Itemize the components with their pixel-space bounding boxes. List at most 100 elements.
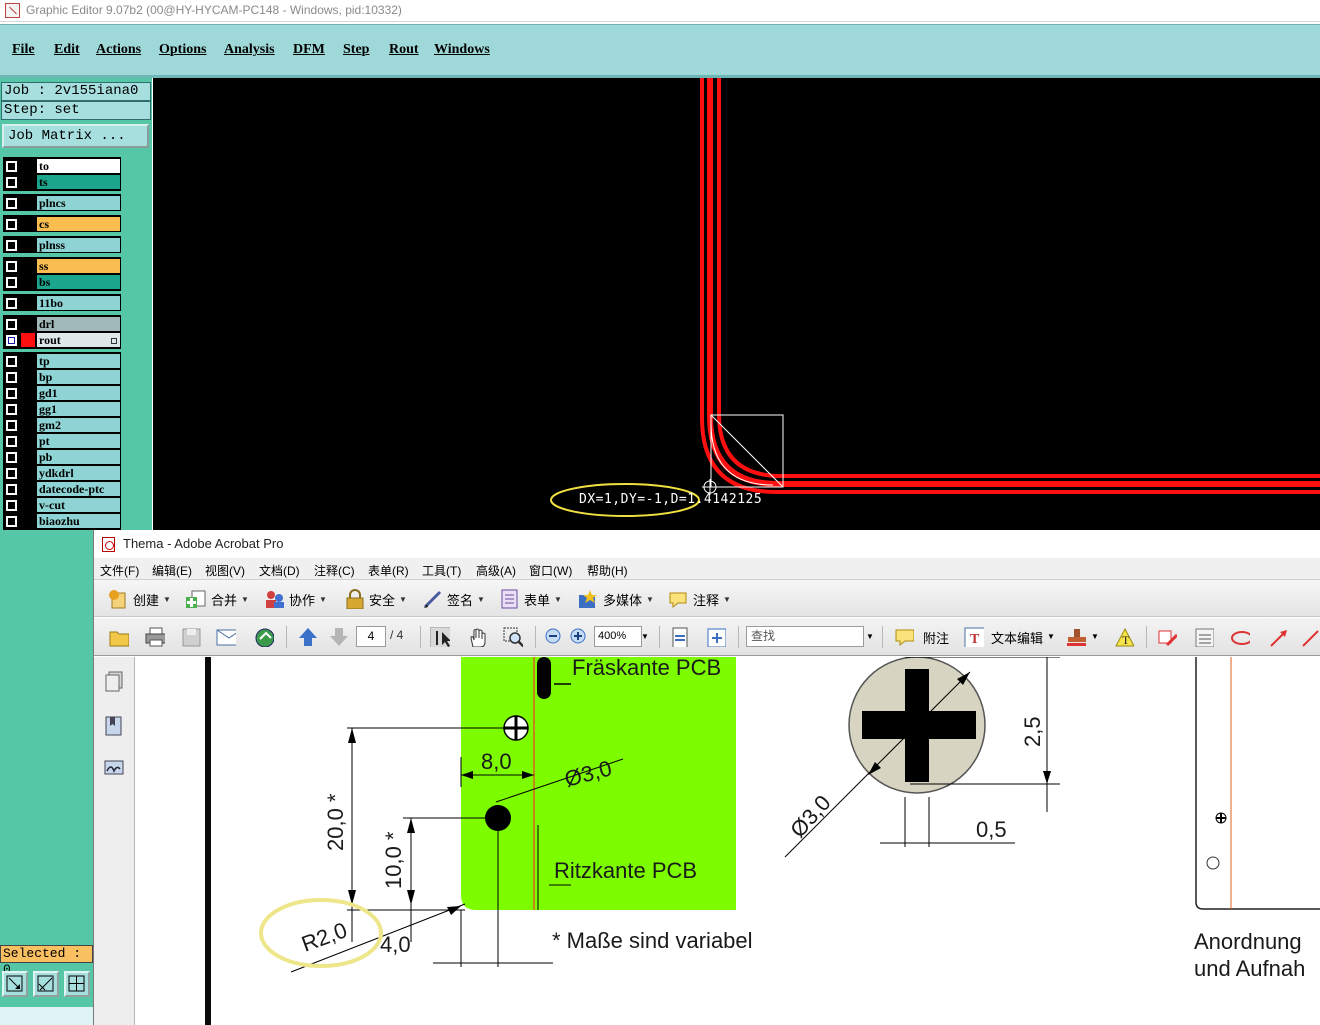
- chevron-down-icon[interactable]: ▼: [1047, 632, 1055, 641]
- layer-checkbox[interactable]: [6, 177, 17, 188]
- cloud-shape-icon[interactable]: [1230, 627, 1250, 647]
- layer-row-bs[interactable]: bs: [3, 274, 121, 290]
- layer-checkbox[interactable]: [6, 335, 17, 346]
- layer-checkbox[interactable]: [6, 420, 17, 431]
- forms-button[interactable]: 表单 ▼: [499, 589, 562, 609]
- marquee-zoom-icon[interactable]: [503, 627, 523, 647]
- create-button[interactable]: 创建 ▼: [108, 589, 171, 609]
- layer-row-plncs[interactable]: plncs: [3, 195, 121, 211]
- layer-checkbox[interactable]: [6, 219, 17, 230]
- job-matrix-button[interactable]: Job Matrix ...: [2, 124, 149, 148]
- layer-row-v-cut[interactable]: v-cut: [3, 497, 121, 513]
- layer-checkbox[interactable]: [6, 388, 17, 399]
- measure-tool[interactable]: [33, 971, 59, 997]
- actual-size-icon[interactable]: [671, 627, 691, 647]
- layer-checkbox[interactable]: [6, 261, 17, 272]
- menu-edit[interactable]: 编辑(E): [152, 562, 192, 579]
- zoom-out-icon[interactable]: [544, 627, 564, 647]
- layer-checkbox[interactable]: [6, 356, 17, 367]
- signatures-panel-icon[interactable]: [104, 757, 124, 779]
- text-box-icon[interactable]: [1194, 627, 1214, 647]
- sticky-note-icon[interactable]: [894, 627, 914, 647]
- page-number-input[interactable]: 4: [356, 626, 386, 647]
- fit-page-icon[interactable]: [706, 627, 726, 647]
- pages-panel-icon[interactable]: [104, 671, 124, 693]
- find-input[interactable]: 查找: [746, 626, 864, 647]
- layer-row-rout[interactable]: rout: [3, 332, 121, 348]
- layer-row-plnss[interactable]: plnss: [3, 237, 121, 253]
- layer-row-ts[interactable]: ts: [3, 174, 121, 190]
- menu-view[interactable]: 视图(V): [205, 562, 245, 579]
- menu-rout[interactable]: Rout: [389, 42, 419, 58]
- layer-checkbox[interactable]: [6, 319, 17, 330]
- layer-checkbox[interactable]: [6, 468, 17, 479]
- layer-checkbox[interactable]: [6, 198, 17, 209]
- zoom-window-tool[interactable]: [2, 971, 28, 997]
- zoom-in-icon[interactable]: [569, 627, 589, 647]
- line-tool-icon[interactable]: [1300, 627, 1320, 647]
- previous-page-icon[interactable]: [298, 627, 318, 647]
- highlight-text-icon[interactable]: T: [1114, 627, 1134, 647]
- menu-step[interactable]: Step: [343, 42, 369, 58]
- menu-help[interactable]: 帮助(H): [587, 562, 628, 579]
- next-page-icon[interactable]: [329, 627, 349, 647]
- menu-dfm[interactable]: DFM: [293, 42, 325, 58]
- menu-document[interactable]: 文档(D): [259, 562, 300, 579]
- hand-tool-icon[interactable]: [467, 627, 487, 647]
- menu-options[interactable]: Options: [159, 42, 206, 58]
- layer-row-biaozhu[interactable]: biaozhu: [3, 513, 121, 529]
- grid-tool[interactable]: [64, 971, 90, 997]
- pdf-document-view[interactable]: Fräskante PCB Ritzkante PCB 8,0 Ø3,0 20,…: [135, 657, 1320, 1025]
- combine-button[interactable]: 合并 ▼: [186, 589, 249, 609]
- sticky-note-label[interactable]: 附注: [923, 628, 949, 647]
- layer-row-gg1[interactable]: gg1: [3, 401, 121, 417]
- menu-file[interactable]: File: [12, 42, 35, 58]
- layer-checkbox[interactable]: [6, 404, 17, 415]
- web-globe-icon[interactable]: [254, 627, 274, 647]
- menu-actions[interactable]: Actions: [96, 42, 141, 58]
- email-icon[interactable]: [216, 627, 236, 647]
- print-icon[interactable]: [145, 627, 165, 647]
- pencil-markup-icon[interactable]: [1157, 627, 1177, 647]
- layer-checkbox[interactable]: [6, 372, 17, 383]
- layer-row-pb[interactable]: pb: [3, 449, 121, 465]
- layer-row-gm2[interactable]: gm2: [3, 417, 121, 433]
- chevron-down-icon[interactable]: ▼: [1091, 632, 1099, 641]
- layer-row-tp[interactable]: tp: [3, 353, 121, 369]
- layer-row-ydkdrl[interactable]: ydkdrl: [3, 465, 121, 481]
- layer-checkbox[interactable]: [6, 516, 17, 527]
- layer-checkbox[interactable]: [6, 436, 17, 447]
- collaborate-button[interactable]: 协作 ▼: [264, 589, 327, 609]
- layer-row-datecode[interactable]: datecode-ptc: [3, 481, 121, 497]
- menu-file[interactable]: 文件(F): [100, 562, 139, 579]
- menu-forms[interactable]: 表单(R): [368, 562, 409, 579]
- menu-comments[interactable]: 注释(C): [314, 562, 355, 579]
- layer-row-bp[interactable]: bp: [3, 369, 121, 385]
- text-edit-label[interactable]: 文本编辑: [991, 628, 1043, 647]
- layer-row-pt[interactable]: pt: [3, 433, 121, 449]
- select-text-icon[interactable]: [430, 627, 450, 647]
- menu-window[interactable]: 窗口(W): [529, 562, 572, 579]
- layer-checkbox[interactable]: [6, 277, 17, 288]
- layer-checkbox[interactable]: [6, 240, 17, 251]
- menu-advanced[interactable]: 高级(A): [476, 562, 516, 579]
- graphic-canvas[interactable]: DX=1,DY=-1,D=1.4142125: [153, 78, 1320, 530]
- layer-checkbox[interactable]: [6, 161, 17, 172]
- layer-row-drl[interactable]: drl: [3, 316, 121, 332]
- layer-row-to[interactable]: to: [3, 158, 121, 174]
- layer-row-11bo[interactable]: 11bo: [3, 295, 121, 311]
- text-edit-icon[interactable]: T: [964, 627, 984, 647]
- layer-checkbox[interactable]: [6, 298, 17, 309]
- layer-checkbox[interactable]: [6, 500, 17, 511]
- layer-row-gd1[interactable]: gd1: [3, 385, 121, 401]
- menu-windows[interactable]: Windows: [434, 42, 490, 58]
- open-folder-icon[interactable]: [109, 627, 129, 647]
- layer-checkbox[interactable]: [6, 484, 17, 495]
- layer-row-ss[interactable]: ss: [3, 258, 121, 274]
- chevron-down-icon[interactable]: ▼: [641, 632, 649, 641]
- layer-row-cs[interactable]: cs: [3, 216, 121, 232]
- comment-button[interactable]: 注释 ▼: [668, 589, 731, 609]
- menu-tools[interactable]: 工具(T): [422, 562, 461, 579]
- bookmarks-panel-icon[interactable]: [104, 715, 124, 737]
- arrow-tool-icon[interactable]: [1268, 627, 1288, 647]
